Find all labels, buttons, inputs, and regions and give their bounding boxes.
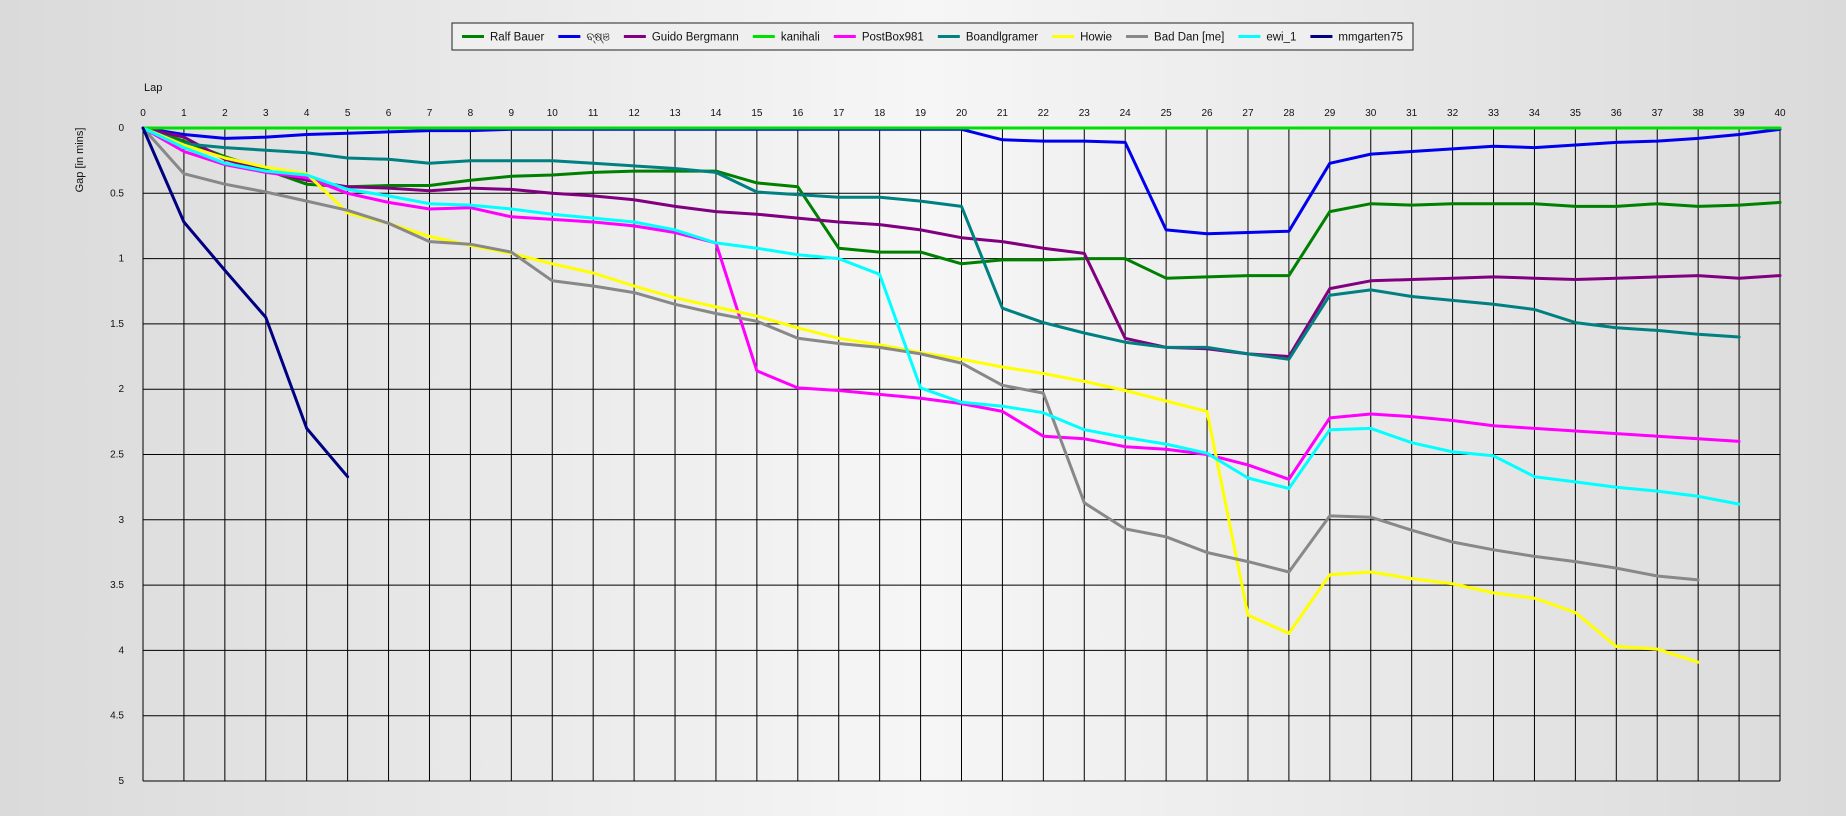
gap-chart: Ralf Bauer ବ୍ଷ୍ଞ Guido Bergmann kanihali Pos…: [74, 22, 1786, 787]
x-tick-label: 9: [509, 108, 515, 119]
x-tick-label: 8: [468, 108, 474, 119]
x-tick-label: 7: [427, 108, 433, 119]
x-tick-label: 26: [1201, 108, 1213, 119]
x-tick-label: 15: [751, 108, 763, 119]
x-tick-labels: 0 1 2 3 4 5 6 7 8 9 10 11 12 13 14 15 16 17 18 19 20 21 22 23 24…: [140, 108, 1786, 119]
legend-label: Boandlgramer: [966, 32, 1038, 44]
x-tick-label: 4: [304, 108, 310, 119]
legend-label: Ralf Bauer: [490, 32, 545, 44]
x-tick-label: 17: [833, 108, 845, 119]
x-tick-label: 5: [345, 108, 351, 119]
x-tick-label: 25: [1161, 108, 1173, 119]
x-tick-label: 23: [1079, 108, 1091, 119]
x-tick-label: 36: [1611, 108, 1623, 119]
x-tick-label: 27: [1242, 108, 1254, 119]
y-tick-label: 3.5: [110, 580, 124, 591]
y-tick-label: 5: [118, 776, 124, 787]
x-tick-label: 2: [222, 108, 228, 119]
x-tick-label: 22: [1038, 108, 1050, 119]
x-tick-label: 11: [588, 108, 599, 119]
legend-label: kanihali: [781, 32, 820, 44]
x-tick-label: 29: [1324, 108, 1336, 119]
x-tick-label: 39: [1734, 108, 1746, 119]
x-tick-label: 14: [710, 108, 722, 119]
legend-label: Bad Dan [me]: [1154, 32, 1224, 44]
x-tick-label: 31: [1406, 108, 1418, 119]
legend-label: ବ୍ଷ୍ଞ: [586, 32, 610, 44]
x-tick-label: 18: [874, 108, 886, 119]
y-axis-title: Gap [in mins]: [74, 128, 86, 193]
legend-label: Guido Bergmann: [652, 32, 739, 44]
y-tick-label: 3: [118, 515, 124, 526]
x-tick-label: 16: [792, 108, 804, 119]
x-tick-label: 37: [1652, 108, 1664, 119]
x-axis-title: Lap: [144, 82, 162, 94]
legend-label: PostBox981: [862, 32, 924, 44]
legend-label: mmgarten75: [1338, 32, 1403, 44]
x-tick-label: 6: [386, 108, 392, 119]
y-tick-label: 1.5: [110, 319, 124, 330]
x-tick-label: 28: [1283, 108, 1295, 119]
x-tick-label: 38: [1693, 108, 1705, 119]
y-tick-label: 4: [118, 645, 124, 656]
legend-label: Howie: [1080, 32, 1112, 44]
x-tick-label: 13: [669, 108, 681, 119]
legend-label: ewi_1: [1266, 32, 1296, 44]
x-tick-label: 0: [140, 108, 146, 119]
x-tick-label: 32: [1447, 108, 1459, 119]
x-tick-label: 33: [1488, 108, 1500, 119]
x-tick-label: 19: [915, 108, 927, 119]
x-tick-label: 21: [997, 108, 1009, 119]
x-tick-label: 12: [629, 108, 641, 119]
x-tick-label: 1: [181, 108, 187, 119]
x-tick-label: 10: [547, 108, 559, 119]
y-tick-label: 0: [118, 123, 124, 134]
x-tick-label: 30: [1365, 108, 1377, 119]
y-tick-label: 2.5: [110, 450, 124, 461]
x-tick-label: 24: [1120, 108, 1132, 119]
y-tick-labels: 0 0.5 1 1.5 2 2.5 3 3.5 4 4.5 5: [110, 123, 124, 787]
x-tick-label: 3: [263, 108, 269, 119]
x-tick-label: 40: [1774, 108, 1786, 119]
grid: [142, 127, 1781, 782]
x-tick-label: 34: [1529, 108, 1541, 119]
y-tick-label: 4.5: [110, 711, 124, 722]
series-line-5: [141, 126, 1741, 361]
x-tick-label: 20: [956, 108, 968, 119]
y-tick-label: 2: [118, 384, 124, 395]
x-tick-label: 35: [1570, 108, 1582, 119]
y-tick-label: 1: [118, 254, 124, 265]
legend: Ralf Bauer ବ୍ଷ୍ଞ Guido Bergmann kanihali Pos…: [451, 22, 1414, 51]
y-tick-label: 0.5: [110, 188, 124, 199]
